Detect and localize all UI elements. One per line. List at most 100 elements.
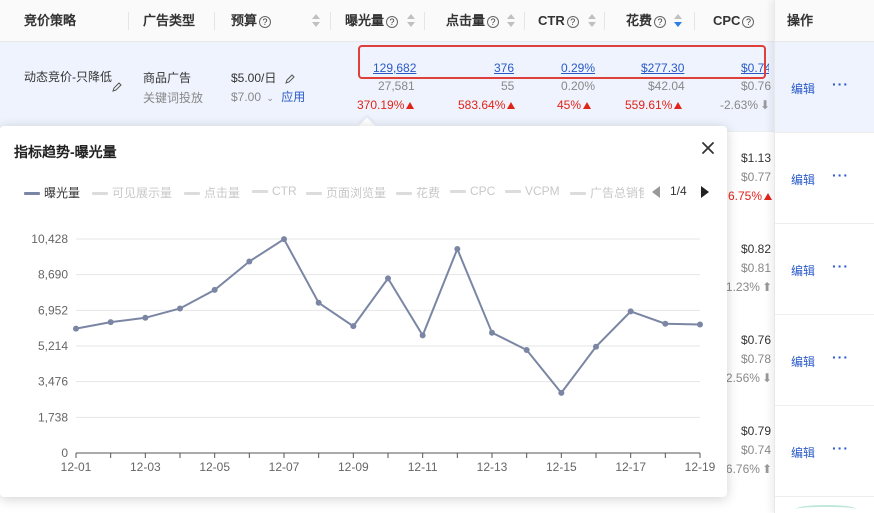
y-tick-label: 5,214 (38, 339, 68, 353)
data-point[interactable] (73, 325, 79, 332)
header-budget[interactable]: 预算? (231, 0, 272, 42)
ad-type-text: 商品广告 (143, 71, 192, 85)
header-ctr-label: CTR (538, 13, 565, 28)
sort-spend[interactable] (674, 14, 682, 28)
data-point[interactable] (558, 389, 565, 396)
more-icon[interactable]: ··· (832, 258, 849, 274)
legend-item[interactable]: 曝光量 (24, 184, 80, 201)
legend-item[interactable]: 广告总销售 (570, 184, 644, 201)
ctr-prev: 0.20% (561, 79, 596, 93)
x-tick-label: 12-09 (338, 460, 369, 474)
data-point[interactable] (246, 258, 253, 265)
legend-swatch (184, 192, 200, 196)
legend-item[interactable]: 页面浏览量 (306, 184, 386, 201)
data-point[interactable] (281, 236, 287, 243)
header-cpc-label: CPC (713, 13, 741, 28)
sort-asc-icon[interactable] (674, 14, 682, 19)
data-point[interactable] (593, 343, 599, 350)
x-tick-label: 12-17 (615, 460, 646, 474)
header-spend-label: 花费 (626, 13, 653, 28)
help-icon[interactable]: ? (386, 15, 399, 28)
edit-button[interactable]: 编辑 (791, 171, 815, 188)
help-icon[interactable]: ? (654, 15, 667, 28)
sort-desc-icon[interactable] (507, 22, 515, 27)
ctr-change-value: 45% (557, 98, 582, 112)
x-tick-label: 12-13 (477, 460, 508, 474)
legend-item[interactable]: CPC (450, 184, 495, 198)
chevron-down-icon[interactable]: ⌄ (266, 93, 274, 103)
cpc-prev: $0.77 (741, 170, 772, 184)
more-icon[interactable]: ··· (832, 167, 849, 183)
header-cpc[interactable]: CPC? (713, 0, 755, 42)
legend-item[interactable]: 花费 (396, 184, 440, 201)
data-point[interactable] (211, 286, 218, 293)
x-tick-label: 12-15 (546, 460, 577, 474)
legend-item[interactable]: 点击量 (184, 184, 240, 201)
help-icon[interactable]: ? (259, 15, 272, 28)
data-point[interactable] (419, 332, 426, 339)
help-icon[interactable]: ? (566, 15, 579, 28)
data-point[interactable] (385, 275, 391, 282)
more-icon[interactable]: ··· (832, 76, 849, 92)
data-point[interactable] (177, 305, 183, 312)
apply-button[interactable]: 应用 (281, 90, 305, 104)
data-point[interactable] (662, 320, 669, 327)
data-point[interactable] (454, 246, 461, 253)
sort-desc-icon[interactable] (312, 22, 320, 27)
pencil-icon[interactable] (112, 82, 122, 92)
more-icon[interactable]: ··· (832, 440, 849, 456)
data-point[interactable] (697, 321, 703, 328)
clicks-change: 583.64% (458, 98, 516, 112)
column-divider (214, 12, 215, 30)
header-clicks[interactable]: 点击量? (446, 0, 500, 42)
sort-desc-active-icon[interactable] (674, 22, 682, 27)
sort-desc-icon[interactable] (588, 22, 596, 27)
data-point[interactable] (107, 319, 114, 326)
header-impressions[interactable]: 曝光量? (345, 0, 399, 42)
ad-subtype-text: 关键词投放 (143, 91, 204, 105)
op-row: 编辑 ··· (775, 224, 874, 315)
y-tick-label: 10,428 (31, 232, 68, 246)
header-spend[interactable]: 花费? (626, 0, 667, 42)
sort-asc-icon[interactable] (507, 14, 515, 19)
sort-ctr[interactable] (588, 14, 596, 28)
legend-item[interactable]: 可见展示量 (92, 184, 172, 201)
close-icon[interactable] (700, 140, 716, 156)
op-row: 编辑 ··· (775, 406, 874, 497)
edit-button[interactable]: 编辑 (791, 80, 815, 97)
data-point[interactable] (627, 308, 634, 315)
sort-budget[interactable] (312, 14, 320, 28)
legend-label: 页面浏览量 (326, 186, 387, 200)
pencil-icon[interactable] (284, 74, 295, 84)
data-point[interactable] (523, 346, 530, 353)
more-icon[interactable]: ··· (832, 349, 849, 365)
edit-button[interactable]: 编辑 (791, 262, 815, 279)
impressions-change-value: 370.19% (357, 98, 405, 112)
edit-button[interactable]: 编辑 (791, 444, 815, 461)
op-row: 编辑 ··· (775, 315, 874, 406)
data-point[interactable] (350, 323, 357, 330)
data-point[interactable] (489, 329, 495, 336)
next-page-icon[interactable] (701, 186, 709, 198)
header-ctr[interactable]: CTR? (538, 0, 579, 42)
legend-item[interactable]: CTR (252, 184, 297, 198)
header-budget-label: 预算 (231, 13, 258, 28)
sort-asc-icon[interactable] (407, 14, 415, 19)
legend-item[interactable]: VCPM (505, 184, 560, 198)
data-point[interactable] (142, 314, 149, 321)
sort-impressions[interactable] (407, 14, 415, 28)
arrow-down-icon: ⬇ (760, 98, 771, 112)
sort-desc-icon[interactable] (407, 22, 415, 27)
edit-button[interactable]: 编辑 (791, 353, 815, 370)
x-tick-label: 12-05 (199, 460, 230, 474)
prev-page-icon[interactable] (652, 186, 660, 198)
sort-clicks[interactable] (507, 14, 515, 28)
sort-asc-icon[interactable] (312, 14, 320, 19)
help-icon[interactable]: ? (742, 15, 755, 28)
legend-swatch (396, 192, 412, 196)
data-point[interactable] (315, 299, 322, 306)
ctr-change: 45% (557, 98, 592, 112)
sort-asc-icon[interactable] (588, 14, 596, 19)
budget-cell[interactable]: $5.00/日 (231, 69, 295, 86)
help-icon[interactable]: ? (487, 15, 500, 28)
